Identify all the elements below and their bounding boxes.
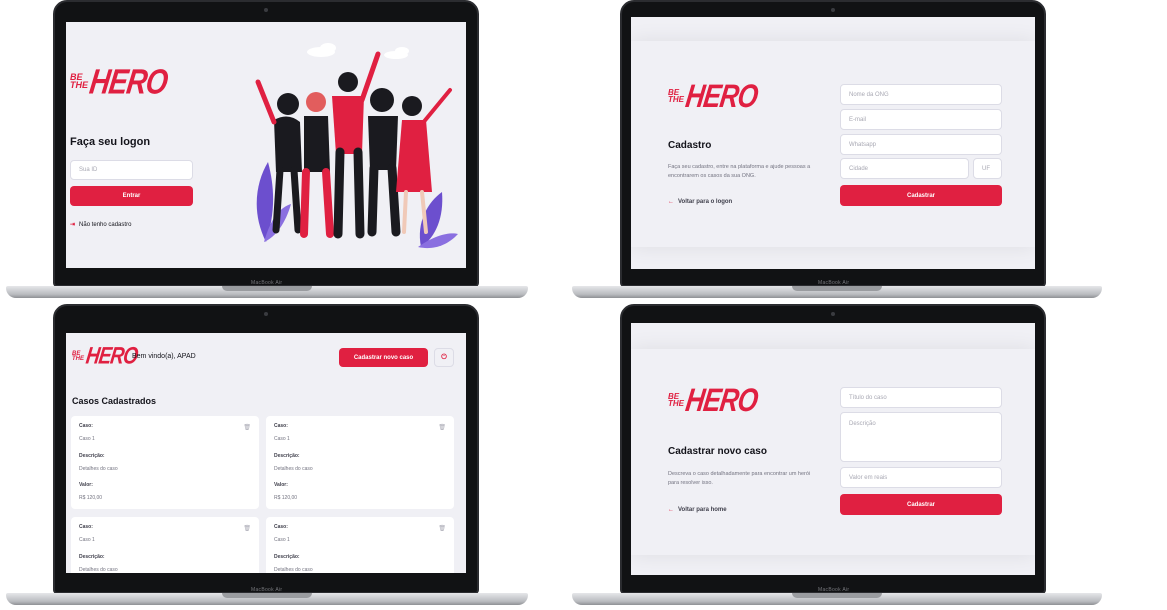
laptop-new-incident: BE THE HERO Cadastrar novo caso Descreva …: [568, 304, 1128, 608]
register-description: Faça seu cadastro, entre na plataforma e…: [668, 164, 811, 180]
camera: [264, 8, 268, 12]
whatsapp-input[interactable]: Whatsapp: [840, 134, 1002, 155]
laptop-profile: BE THE HERO Bem vindo(a), APAD Cadastrar …: [0, 304, 540, 608]
heroes-illustration: [255, 43, 458, 249]
register-link[interactable]: ⇥ Não tenho cadastro: [70, 221, 131, 229]
laptop-register: BE THE HERO Cadastro Faça seu cadastro, e…: [568, 0, 1128, 300]
logout-button[interactable]: ⏻: [434, 348, 454, 367]
id-input[interactable]: Sua ID: [70, 160, 193, 180]
laptop-lid: BE THE HERO Faça seu logon Sua ID Entrar …: [53, 0, 479, 287]
logo: BE THE HERO: [668, 381, 760, 419]
cases-list-title: Casos Cadastrados: [72, 396, 157, 406]
register-button[interactable]: Cadastrar: [840, 185, 1002, 206]
arrow-left-icon: ←: [668, 199, 674, 205]
case-card: 🗑 Caso: Caso 1 Descrição: Detalhes do ca…: [71, 416, 259, 509]
clouds: [307, 43, 409, 59]
laptop-lid: BE THE HERO Cadastrar novo caso Descreva …: [620, 304, 1046, 594]
case-card: 🗑 Caso: Caso 1 Descrição: Detalhes do ca…: [266, 416, 454, 509]
trash-icon[interactable]: 🗑: [438, 525, 446, 532]
logo: BE THE HERO: [72, 343, 139, 370]
new-incident-title: Cadastrar novo caso: [668, 446, 767, 457]
email-input[interactable]: E-mail: [840, 109, 1002, 130]
case-card: 🗑 Caso: Caso 1 Descrição: Detalhes do ca…: [266, 517, 454, 573]
screen-register: BE THE HERO Cadastro Faça seu cadastro, e…: [631, 17, 1035, 269]
camera: [831, 8, 835, 12]
case-value-input[interactable]: Valor em reais: [840, 467, 1002, 488]
laptop-logon: BE THE HERO Faça seu logon Sua ID Entrar …: [0, 0, 540, 300]
log-in-icon: ⇥: [70, 222, 76, 228]
laptop-lid: BE THE HERO Bem vindo(a), APAD Cadastrar …: [53, 304, 479, 594]
logon-title: Faça seu logon: [70, 136, 151, 148]
laptop-lid: BE THE HERO Cadastro Faça seu cadastro, e…: [620, 0, 1046, 287]
back-to-logon-link[interactable]: ← Voltar para o logon: [668, 199, 732, 205]
screen-logon: BE THE HERO Faça seu logon Sua ID Entrar …: [66, 22, 466, 268]
arrow-left-icon: ←: [668, 507, 674, 513]
case-title-input[interactable]: Título do caso: [840, 387, 1002, 408]
screen-profile: BE THE HERO Bem vindo(a), APAD Cadastrar …: [66, 333, 466, 573]
new-case-button[interactable]: Cadastrar novo caso: [339, 348, 428, 367]
register-case-button[interactable]: Cadastrar: [840, 494, 1002, 515]
case-description-textarea[interactable]: Descrição: [840, 412, 1002, 462]
trash-icon[interactable]: 🗑: [243, 525, 251, 532]
logo: BE THE HERO: [668, 77, 760, 115]
register-panel: BE THE HERO Cadastro Faça seu cadastro, e…: [631, 41, 1035, 247]
screen-new-incident: BE THE HERO Cadastrar novo caso Descreva …: [631, 323, 1035, 575]
new-incident-description: Descreva o caso detalhadamente para enco…: [668, 471, 811, 487]
laptop-base: [572, 593, 1102, 605]
power-icon: ⏻: [441, 353, 447, 361]
laptop-base: [6, 593, 528, 605]
laptop-base: [6, 286, 528, 298]
uf-input[interactable]: UF: [973, 158, 1002, 179]
back-to-home-link[interactable]: ← Voltar para home: [668, 507, 727, 513]
camera: [831, 312, 835, 316]
new-incident-panel: BE THE HERO Cadastrar novo caso Descreva …: [631, 349, 1035, 555]
register-title: Cadastro: [668, 140, 712, 151]
laptop-base: [572, 286, 1102, 298]
login-button[interactable]: Entrar: [70, 186, 193, 206]
logo: BE THE HERO: [70, 62, 170, 101]
ong-name-input[interactable]: Nome da ONG: [840, 84, 1002, 105]
city-input[interactable]: Cidade: [840, 158, 969, 179]
camera: [264, 312, 268, 316]
trash-icon[interactable]: 🗑: [438, 424, 446, 431]
case-card: 🗑 Caso: Caso 1 Descrição: Detalhes do ca…: [71, 517, 259, 573]
trash-icon[interactable]: 🗑: [243, 424, 251, 431]
welcome-text: Bem vindo(a), APAD: [132, 353, 196, 360]
